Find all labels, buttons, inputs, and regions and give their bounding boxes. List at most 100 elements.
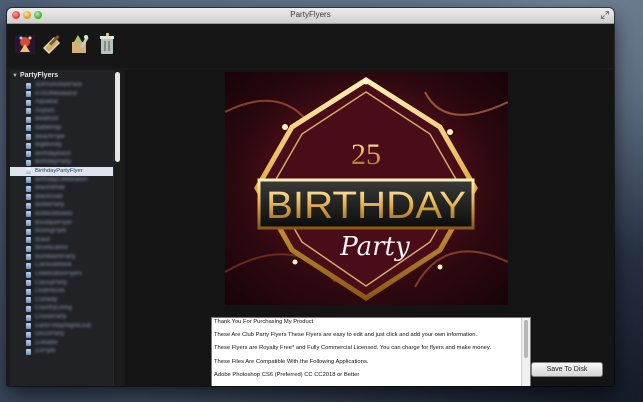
flyer-list-sidebar: ▼ PartyFlyers 3DProActionPack 4ThOfWeekend…	[10, 70, 121, 386]
sidebar-item[interactable]: BottleParty	[10, 201, 114, 210]
sidebar-item[interactable]: BeatKick	[10, 115, 114, 124]
sidebar-item[interactable]: BirthdayBash	[10, 150, 114, 159]
sidebar-item[interactable]: CruiseParty	[10, 313, 114, 322]
sidebar-item-label: Brasil	[35, 236, 51, 243]
sidebar-item[interactable]: Brasil	[10, 236, 114, 245]
sidebar-item-label: CruiseParty	[35, 314, 67, 321]
fullscreen-icon[interactable]	[601, 11, 609, 19]
save-to-disk-button[interactable]: Save To Disk	[531, 362, 603, 377]
sidebar-item-label: Asylum	[35, 107, 55, 114]
document-icon	[26, 211, 31, 218]
sidebar-item[interactable]: BirthdayParty	[10, 158, 114, 167]
sidebar-item[interactable]: ClassyParty	[10, 279, 114, 288]
app-window: PartyFlyers ▼ PartyFlyers 3DProActionPac…	[7, 8, 614, 386]
document-icon	[26, 348, 31, 355]
sidebar-item[interactable]: BoutiqueFlyer	[10, 219, 114, 228]
sidebar-item-label: CarnivalMask	[35, 262, 72, 269]
sidebar-item[interactable]: BigMoney	[10, 141, 114, 150]
sidebar-item[interactable]: BrushDance	[10, 244, 114, 253]
sidebar-item[interactable]: CountryLiving	[10, 304, 114, 313]
sidebar-item[interactable]: 3DProActionPack	[10, 81, 114, 90]
document-icon	[26, 271, 31, 278]
sidebar-item-label: CelebrationFlyers	[35, 271, 83, 278]
sidebar-item[interactable]: Asylum	[10, 107, 114, 116]
sidebar-item-label: ClassyParty	[35, 279, 68, 286]
sidebar-item[interactable]: BirthdayCelebration	[10, 176, 114, 185]
sidebar-item-label: BirthdayPartyFlyer	[35, 167, 83, 174]
window-title: PartyFlyers	[290, 10, 331, 19]
sidebar-item-label: BeachFlyer	[35, 133, 66, 140]
sidebar-item-label: BirthdayCelebration	[35, 176, 88, 183]
toolbar	[7, 24, 614, 68]
sidebar-item-label: DarkFridayNightClub	[35, 322, 91, 329]
sidebar-item-label: BlackGold	[35, 193, 63, 200]
document-icon	[26, 262, 31, 269]
sidebar-item[interactable]: DiscoParty	[10, 330, 114, 339]
document-icon	[26, 228, 31, 235]
trash-button[interactable]	[95, 32, 119, 56]
sidebar-item[interactable]: DJBattle	[10, 339, 114, 348]
sidebar-item-label: BeatKick	[35, 116, 59, 123]
document-icon	[26, 280, 31, 287]
sidebar-item-label: 3DProActionPack	[35, 82, 83, 88]
document-icon	[26, 159, 31, 166]
sidebar-item[interactable]: BlackWhite	[10, 184, 114, 193]
flyer-number: 25	[351, 138, 381, 171]
sidebar-item[interactable]: BeachFlyer	[10, 133, 114, 142]
document-icon	[26, 82, 31, 89]
document-icon	[26, 254, 31, 261]
tools-icon	[72, 35, 89, 53]
sidebar-item[interactable]: 4ThOfWeekend	[10, 90, 114, 99]
disclosure-triangle-icon[interactable]: ▼	[12, 73, 18, 79]
sidebar-scroll-thumb[interactable]	[115, 72, 120, 162]
sidebar-item[interactable]: CarnivalMask	[10, 261, 114, 270]
description-line: These Are Club Party Flyers These Flyers…	[214, 332, 478, 339]
sidebar-item[interactable]: Comedy	[10, 296, 114, 305]
document-icon	[26, 185, 31, 192]
sidebar-item-label: ClubHouse	[35, 288, 65, 295]
sidebar-item[interactable]: ClubHouse	[10, 287, 114, 296]
sidebar-item-label: CountryLiving	[35, 305, 72, 312]
flyer-headline: BIRTHDAY	[266, 185, 466, 227]
sidebar-item[interactable]: BattleRap	[10, 124, 114, 133]
sidebar-item-label: BurnBashParty	[35, 253, 76, 260]
flyer-list: 3DProActionPack 4ThOfWeekend AquaBar Asylum…	[10, 81, 114, 356]
sidebar-item-label: BottlesModels	[35, 210, 73, 217]
sidebar-item[interactable]: BirthdayPartyFlyer	[10, 166, 114, 176]
document-icon	[26, 177, 31, 184]
sidebar-item-label: Comedy	[35, 296, 58, 303]
sidebar-item[interactable]: BottlesModels	[10, 210, 114, 219]
document-icon	[26, 134, 31, 141]
document-icon	[26, 237, 31, 244]
description-text-view[interactable]: Thank You For Purchasing My Product Thes…	[211, 317, 531, 386]
description-line: These Flyers are Royalty Free* and Fully…	[214, 345, 491, 352]
description-scrollbar[interactable]	[521, 318, 530, 386]
sidebar-item[interactable]: DarkFridayNightClub	[10, 322, 114, 331]
sidebar-header-label: PartyFlyers	[19, 72, 59, 79]
document-icon	[26, 331, 31, 338]
sidebar-item-label: BlackWhite	[35, 185, 66, 192]
document-icon	[26, 142, 31, 149]
sidebar-item[interactable]: DJFlyer	[10, 347, 114, 356]
flyer-app-button[interactable]	[13, 32, 37, 56]
sidebar-header[interactable]: ▼ PartyFlyers	[12, 72, 58, 79]
sidebar-scrollbar[interactable]	[113, 70, 121, 386]
document-icon	[26, 314, 31, 321]
trash-icon	[100, 33, 114, 54]
sidebar-item[interactable]: AquaBar	[10, 98, 114, 107]
sidebar-item[interactable]: BoxingFlyer	[10, 227, 114, 236]
sidebar-item[interactable]: BlackGold	[10, 193, 114, 202]
sidebar-item[interactable]: BurnBashParty	[10, 253, 114, 262]
document-icon	[26, 99, 31, 106]
sidebar-item-label: 4ThOfWeekend	[35, 90, 77, 97]
description-scroll-thumb[interactable]	[524, 320, 528, 358]
tools-button[interactable]	[68, 32, 92, 56]
title-bar: PartyFlyers	[7, 8, 614, 24]
document-icon	[26, 91, 31, 98]
sidebar-item-label: BrushDance	[35, 245, 69, 252]
sidebar-item-label: BattleRap	[35, 124, 62, 131]
sidebar-item-label: BoutiqueFlyer	[35, 219, 73, 226]
sidebar-item-label: BigMoney	[35, 142, 62, 149]
edit-flyer-button[interactable]	[40, 32, 64, 56]
sidebar-item[interactable]: CelebrationFlyers	[10, 270, 114, 279]
